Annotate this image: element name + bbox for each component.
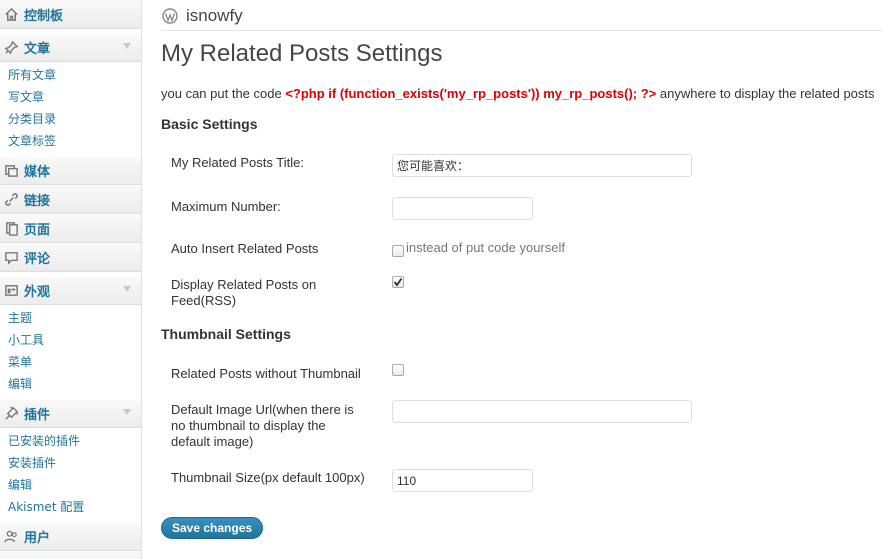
chevron-down-icon[interactable]: [123, 43, 131, 49]
link-icon: [3, 191, 20, 208]
thumbnail-size-label: Thumbnail Size(px default 100px): [171, 470, 365, 485]
menu-comments[interactable]: 评论: [0, 243, 141, 272]
auto-insert-checkbox[interactable]: [392, 245, 404, 257]
menu-users[interactable]: 用户: [0, 522, 141, 551]
submenu-item[interactable]: 所有文章: [0, 64, 141, 86]
page-title: My Related Posts Settings: [161, 40, 443, 67]
submenu-item[interactable]: 分类目录: [0, 108, 141, 130]
without-thumbnail-label: Related Posts without Thumbnail: [171, 366, 361, 381]
menu-links[interactable]: 链接: [0, 185, 141, 214]
intro-before: you can put the code: [161, 86, 286, 101]
checkmark-icon: [393, 277, 403, 287]
max-number-input[interactable]: [392, 197, 533, 220]
site-name[interactable]: isnowfy: [186, 6, 243, 26]
submenu-item[interactable]: 写文章: [0, 86, 141, 108]
admin-sidebar: 控制板 文章 所有文章 写文章 分类目录 文章标签 媒体 链接 页面 评论 外观…: [0, 0, 142, 559]
menu-label: 用户: [24, 531, 51, 546]
feed-label: Display Related Posts on Feed(RSS): [171, 277, 317, 308]
menu-label: 控制板: [24, 8, 64, 24]
thumbnail-size-input[interactable]: [392, 469, 533, 492]
users-icon: [3, 528, 20, 545]
wordpress-logo-icon: [162, 8, 178, 24]
feed-checkbox[interactable]: [392, 276, 404, 288]
submenu-item[interactable]: 编辑: [0, 474, 141, 496]
auto-insert-label: Auto Insert Related Posts: [171, 241, 319, 256]
media-icon: [3, 162, 20, 179]
menu-label: 页面: [24, 223, 51, 238]
title-label: My Related Posts Title:: [171, 155, 304, 170]
menu-media[interactable]: 媒体: [0, 156, 141, 185]
submenu-item[interactable]: 安装插件: [0, 452, 141, 474]
menu-posts[interactable]: 文章: [0, 33, 141, 62]
menu-appearance[interactable]: 外观: [0, 276, 141, 305]
header-divider: [161, 30, 882, 31]
submenu-item[interactable]: 已安装的插件: [0, 430, 141, 452]
default-image-input[interactable]: [392, 400, 692, 423]
submenu-item[interactable]: 编辑: [0, 373, 141, 395]
site-header: isnowfy: [162, 4, 243, 28]
menu-dashboard[interactable]: 控制板: [0, 0, 141, 29]
menu-tools[interactable]: 工具: [0, 551, 141, 559]
appearance-submenu: 主题 小工具 菜单 编辑: [0, 305, 141, 399]
basic-settings-heading: Basic Settings: [161, 116, 258, 132]
menu-pages[interactable]: 页面: [0, 214, 141, 243]
appearance-icon: [3, 282, 20, 299]
page-icon: [3, 220, 20, 237]
menu-label: 文章: [24, 42, 51, 57]
save-changes-button[interactable]: Save changes: [161, 517, 264, 539]
submenu-item[interactable]: 文章标签: [0, 130, 141, 152]
intro-code: <?php if (function_exists('my_rp_posts')…: [285, 86, 657, 101]
menu-plugins[interactable]: 插件: [0, 399, 141, 428]
related-title-input[interactable]: [392, 154, 692, 177]
intro-text: you can put the code <?php if (function_…: [161, 86, 875, 101]
menu-label: 插件: [24, 408, 51, 423]
max-number-label: Maximum Number:: [171, 199, 281, 214]
thumbnail-settings-heading: Thumbnail Settings: [161, 326, 291, 342]
submenu-item[interactable]: Akismet 配置: [0, 496, 141, 518]
chevron-down-icon[interactable]: [123, 286, 131, 292]
plugins-submenu: 已安装的插件 安装插件 编辑 Akismet 配置: [0, 428, 141, 522]
main-content: isnowfy My Related Posts Settings you ca…: [142, 0, 882, 559]
menu-label: 外观: [24, 285, 51, 300]
submenu-item[interactable]: 小工具: [0, 329, 141, 351]
menu-label: 媒体: [24, 165, 51, 180]
menu-label: 链接: [24, 194, 51, 209]
pushpin-icon: [3, 39, 20, 56]
submenu-item[interactable]: 菜单: [0, 351, 141, 373]
auto-insert-note: instead of put code yourself: [406, 240, 565, 255]
comment-icon: [3, 249, 20, 266]
chevron-down-icon[interactable]: [123, 409, 131, 415]
default-image-label: Default Image Url(when there is no thumb…: [171, 402, 354, 449]
home-icon: [3, 6, 20, 23]
posts-submenu: 所有文章 写文章 分类目录 文章标签: [0, 62, 141, 156]
submenu-item[interactable]: 主题: [0, 307, 141, 329]
intro-after: anywhere to display the related posts: [656, 86, 875, 101]
without-thumbnail-checkbox[interactable]: [392, 364, 404, 376]
plugin-icon: [3, 405, 20, 422]
menu-label: 评论: [24, 252, 51, 267]
